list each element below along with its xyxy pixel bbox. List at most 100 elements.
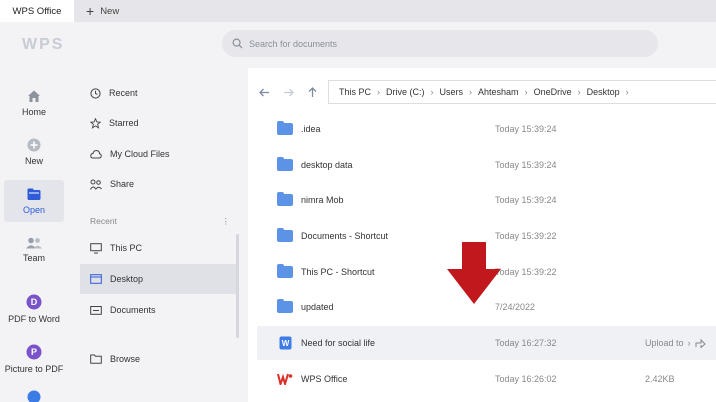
chevron-right-icon: › (469, 87, 473, 97)
folder-icon (277, 299, 293, 315)
nav-new[interactable]: New (4, 131, 64, 173)
nav-open-label: Open (22, 204, 46, 215)
browse-button[interactable]: Browse (80, 344, 238, 374)
file-row[interactable]: .idea Today 15:39:24 (257, 112, 716, 146)
chevron-right-icon: › (577, 87, 581, 97)
new-tab-button[interactable]: + New (86, 0, 119, 22)
nav-team-label: Team (22, 253, 45, 263)
header: WPS (0, 22, 716, 68)
folder-icon (277, 228, 293, 244)
folder-icon (277, 157, 293, 173)
folder-item-recent[interactable]: Recent (80, 78, 238, 108)
folder-panel: Recent Starred My Cloud Files Share Rece… (68, 68, 248, 402)
pdf-to-word-icon: D (26, 294, 42, 310)
wps-logo-icon (277, 371, 293, 387)
file-time: Today 15:39:22 (495, 267, 557, 277)
clock-icon (90, 87, 101, 99)
arrow-right-icon (283, 88, 294, 96)
breadcrumb-item[interactable]: This PC (339, 87, 371, 97)
recent-section-label: Recent (90, 216, 117, 226)
svg-text:D: D (31, 297, 38, 307)
folder-item-label: My Cloud Files (110, 149, 170, 159)
tab-bar: WPS Office + New (0, 0, 716, 22)
desktop-icon (90, 274, 102, 284)
arrow-left-icon (258, 88, 269, 96)
file-row[interactable]: WPS Office Today 16:26:02 2.42KB (257, 362, 716, 396)
more-tool-icon[interactable] (27, 390, 41, 402)
nav-team[interactable]: Team (4, 229, 64, 271)
breadcrumb-item[interactable]: OneDrive (534, 87, 572, 97)
nav-picture-to-pdf[interactable]: P Picture to PDF (4, 338, 64, 380)
file-name: Documents - Shortcut (301, 231, 389, 241)
red-down-arrow-icon (447, 242, 501, 304)
nav-open[interactable]: Open (4, 180, 64, 222)
file-time: Today 15:39:24 (495, 160, 557, 170)
nav-pdf-to-word[interactable]: D PDF to Word (4, 288, 64, 330)
breadcrumb-item[interactable]: Desktop (587, 87, 620, 97)
picture-to-pdf-icon: P (26, 344, 42, 360)
share-icon (90, 179, 102, 190)
file-time: 7/24/2022 (495, 302, 536, 312)
breadcrumb-item[interactable]: Ahtesham (478, 87, 519, 97)
file-time: Today 16:27:32 (495, 338, 557, 348)
recent-item-label: Documents (110, 305, 156, 315)
folder-item-cloud[interactable]: My Cloud Files (80, 139, 238, 169)
recent-item-this-pc[interactable]: This PC (80, 233, 238, 263)
folder-icon (277, 121, 293, 137)
recent-section-header: Recent ⋮ (90, 216, 230, 227)
chevron-right-icon: › (430, 87, 434, 97)
nav-new-label: New (24, 156, 43, 166)
file-row[interactable]: nimra Mob Today 15:39:24 (257, 183, 716, 217)
folder-item-starred[interactable]: Starred (80, 108, 238, 138)
recent-item-documents[interactable]: Documents (80, 295, 238, 325)
file-name: desktop data (301, 160, 353, 170)
file-time: Today 15:39:22 (495, 231, 557, 241)
breadcrumb-item[interactable]: Users (440, 87, 464, 97)
new-tab-label: New (100, 5, 120, 17)
folder-item-share[interactable]: Share (80, 169, 238, 199)
cloud-icon (90, 149, 102, 159)
forward-button[interactable] (278, 82, 298, 102)
file-row[interactable]: desktop data Today 15:39:24 (257, 148, 716, 182)
share-arrow-icon[interactable] (695, 338, 706, 348)
home-icon (28, 90, 40, 102)
wps-logo: WPS (22, 36, 65, 53)
more-options-icon[interactable]: ⋮ (222, 216, 231, 227)
monitor-icon (90, 242, 102, 253)
folder-item-label: Recent (109, 88, 138, 98)
nav-home[interactable]: Home (4, 82, 64, 124)
folder-scrollbar[interactable] (236, 234, 239, 338)
file-time: Today 16:26:02 (495, 374, 557, 384)
upload-to-button[interactable]: Upload to › (645, 338, 706, 348)
left-nav: Home New Open Team D PDF to Word P Pictu… (0, 68, 68, 402)
nav-picture-to-pdf-label: Picture to PDF (4, 364, 64, 374)
star-icon (90, 117, 101, 129)
browse-folder-icon (90, 354, 102, 364)
svg-text:W: W (281, 339, 289, 348)
breadcrumb-item[interactable]: Drive (C:) (386, 87, 425, 97)
nav-pdf-to-word-label: PDF to Word (8, 314, 60, 324)
file-name: Need for social life (301, 338, 376, 348)
plus-circle-icon (27, 138, 41, 152)
file-browser: This PC › Drive (C:) › Users › Ahtesham › On… (248, 68, 716, 402)
svg-text:P: P (31, 347, 37, 357)
folder-item-label: Share (110, 179, 135, 189)
search-icon (232, 38, 243, 49)
file-row[interactable]: W Need for social life Today 16:27:32 Up… (257, 326, 716, 360)
folder-icon (277, 264, 293, 280)
up-button[interactable] (302, 82, 322, 102)
recent-item-desktop[interactable]: Desktop (80, 264, 238, 294)
folder-item-label: Starred (109, 118, 139, 128)
chevron-right-icon: › (625, 87, 629, 97)
search-input[interactable] (249, 38, 629, 49)
file-time: Today 15:39:24 (495, 195, 557, 205)
back-button[interactable] (254, 82, 274, 102)
search-box[interactable] (222, 30, 658, 57)
tab-wps-office[interactable]: WPS Office (0, 0, 74, 22)
arrow-up-icon (308, 86, 316, 97)
breadcrumb: This PC › Drive (C:) › Users › Ahtesham › On… (328, 80, 716, 104)
file-name: nimra Mob (301, 195, 344, 205)
path-navigation (254, 80, 322, 104)
file-name: WPS Office (301, 374, 348, 384)
folder-icon (27, 188, 41, 200)
